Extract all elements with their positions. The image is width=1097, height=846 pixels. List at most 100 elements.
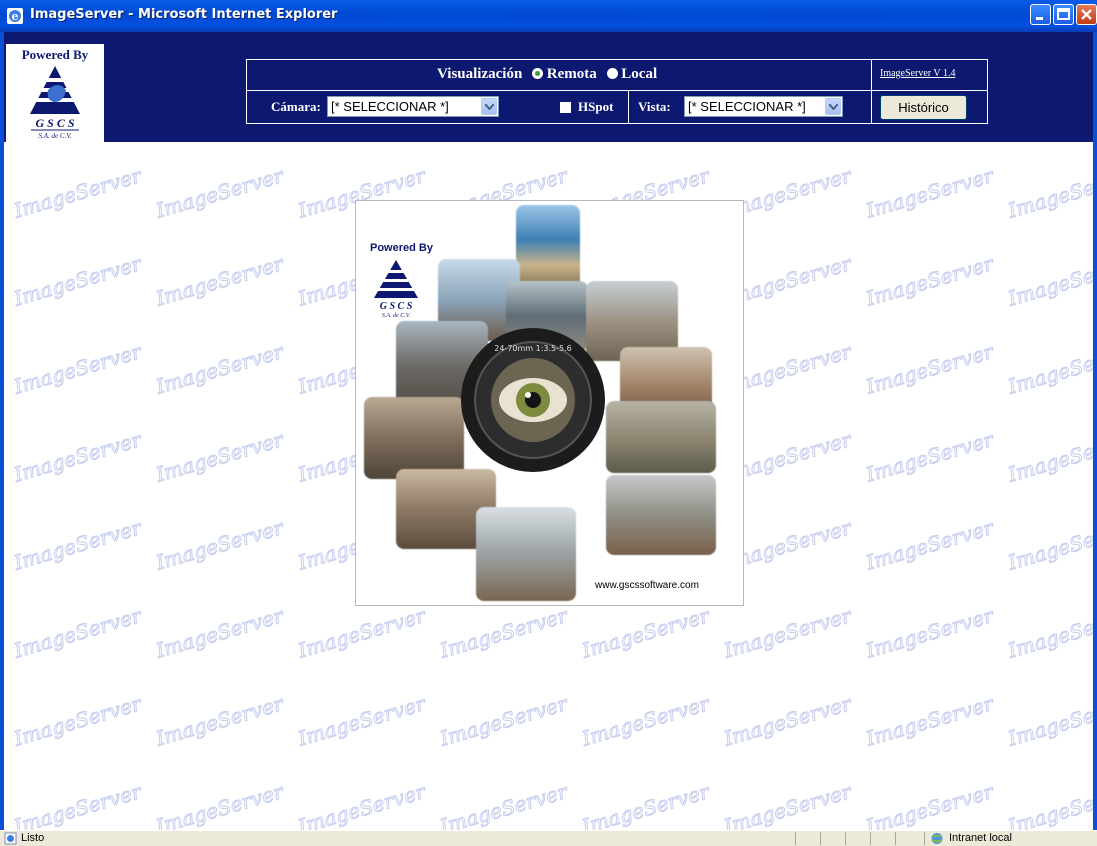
vista-select[interactable]: [* SELECCIONAR *] [684,96,843,117]
watermark: ImageServer [153,691,287,751]
watermark: ImageServer [153,779,287,830]
visualizacion-row: Visualización Remota Local [437,66,657,83]
window-frame-right [1093,32,1097,830]
gscs-logo: Powered By G S C S S.A. de C.V. [6,44,104,142]
watermark: ImageServer [1005,427,1093,487]
splash-powered-by: Powered By [370,242,433,254]
vista-label: Vista: [638,99,671,114]
status-separator [895,832,896,845]
vista-select-value: [* SELECCIONAR *] [688,99,806,114]
watermark: ImageServer [11,691,145,751]
watermark: ImageServer [153,163,287,223]
watermark: ImageServer [11,251,145,311]
camara-select-value: [* SELECCIONAR *] [331,99,449,114]
construction-photo [606,475,716,555]
watermark: ImageServer [153,339,287,399]
watermark: ImageServer [11,603,145,663]
watermark: ImageServer [1005,515,1093,575]
splash-gscs-logo: G S C S S.A. de C.V. [374,260,418,318]
watermark: ImageServer [579,691,713,751]
hspot-label: HSpot [578,99,614,114]
watermark: ImageServer [11,779,145,830]
svg-text:G S C S: G S C S [380,301,413,312]
status-separator [820,832,821,845]
watermark: ImageServer [11,339,145,399]
watermark: ImageServer [11,515,145,575]
chevron-down-icon[interactable] [825,98,841,115]
watermark: ImageServer [153,515,287,575]
panel-divider [628,90,629,123]
chevron-down-icon[interactable] [481,98,497,115]
panel-divider [871,60,872,123]
watermark: ImageServer [863,779,997,830]
watermark: ImageServer [721,603,855,663]
minimize-icon [1036,17,1043,20]
svg-text:24-70mm 1:3.5-5.6: 24-70mm 1:3.5-5.6 [494,344,572,353]
watermark: ImageServer [1005,603,1093,663]
logo-powered-by: Powered By [21,47,89,62]
yard-photo [606,401,716,473]
watermark: ImageServer [863,691,997,751]
watermark: ImageServer [1005,779,1093,830]
crane-photo [476,507,576,601]
camara-label: Cámara: [271,99,321,114]
svg-text:S.A. de C.V.: S.A. de C.V. [382,313,411,318]
radio-remota-label[interactable]: Remota [547,66,597,82]
gscs-logo-icon: G S C S S.A. de C.V. [30,66,80,140]
workers-photo [364,397,464,479]
status-bar: Listo Intranet local [0,830,1097,846]
watermark: ImageServer [863,603,997,663]
minimize-button[interactable] [1030,4,1051,25]
watermark: ImageServer [11,427,145,487]
watermark: ImageServer [863,515,997,575]
svg-text:e: e [12,10,19,23]
close-icon [1081,9,1092,20]
hspot-checkbox[interactable] [560,102,571,113]
watermark: ImageServer [863,427,997,487]
watermark: ImageServer [721,779,855,830]
historico-button[interactable]: Histórico [880,95,967,120]
radio-local-label[interactable]: Local [621,66,657,82]
watermark: ImageServer [721,691,855,751]
svg-text:S.A. de C.V.: S.A. de C.V. [39,132,72,140]
watermark: ImageServer [1005,251,1093,311]
status-separator [870,832,871,845]
version-link[interactable]: ImageServer V 1.4 [880,68,955,79]
camera-lens-graphic: 24-70mm 1:3.5-5.6 [461,328,605,472]
intranet-globe-icon [931,833,943,844]
watermark: ImageServer [153,427,287,487]
watermark: ImageServer [11,163,145,223]
watermark: ImageServer [437,603,571,663]
window-title: ImageServer - Microsoft Internet Explore… [30,7,338,22]
zone-text: Intranet local [949,832,1012,844]
maximize-icon [1057,8,1070,20]
title-bar[interactable]: e ImageServer - Microsoft Internet Explo… [0,0,1097,32]
watermark: ImageServer [579,603,713,663]
watermark: ImageServer [295,779,429,830]
panel-divider [247,90,987,91]
watermark: ImageServer [295,603,429,663]
watermark: ImageServer [1005,691,1093,751]
watermark: ImageServer [863,163,997,223]
maximize-button[interactable] [1053,4,1074,25]
watermark: ImageServer [153,603,287,663]
watermark: ImageServer [153,251,287,311]
svg-text:G S C S: G S C S [35,116,74,130]
status-separator [795,832,796,845]
radio-local[interactable] [606,68,618,79]
status-separator [924,832,925,845]
page-icon [4,832,17,845]
watermark: ImageServer [579,779,713,830]
watermark: ImageServer [863,339,997,399]
camara-select[interactable]: [* SELECCIONAR *] [327,96,499,117]
beach-photo [516,205,580,291]
watermark: ImageServer [437,779,571,830]
radio-remota[interactable] [532,68,544,79]
watermark: ImageServer [863,251,997,311]
watermark: ImageServer [1005,339,1093,399]
splash-collage: Powered By G S C S S.A. de C.V. 24-70mm … [355,200,744,606]
watermark: ImageServer [1005,163,1093,223]
status-text: Listo [21,832,45,844]
visualizacion-label: Visualización [437,66,523,82]
close-button[interactable] [1076,4,1097,25]
